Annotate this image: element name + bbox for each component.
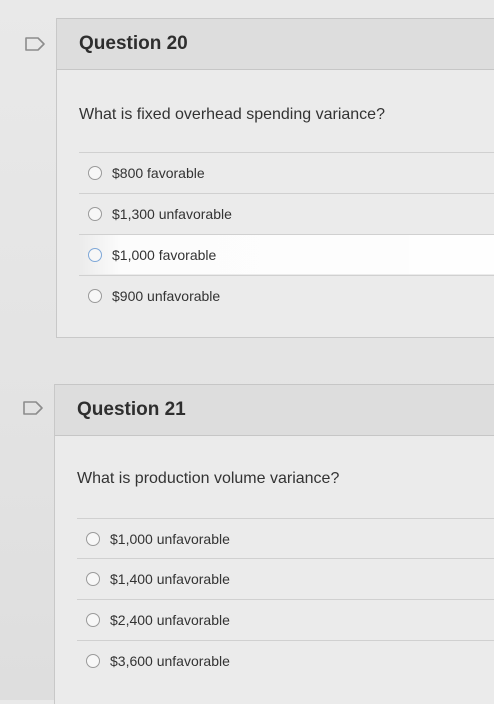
answer-option[interactable]: $3,600 unfavorable (77, 640, 494, 680)
answer-option-label: $1,300 unfavorable (112, 205, 232, 222)
radio-unselected-icon[interactable] (86, 571, 100, 586)
radio-unselected-icon[interactable] (86, 612, 100, 627)
answer-option-label: $3,600 unfavorable (110, 652, 230, 669)
radio-unselected-icon[interactable] (88, 206, 102, 221)
radio-unselected-icon[interactable] (88, 247, 102, 262)
question-header: Question 20 (57, 18, 494, 70)
answer-option-label: $900 unfavorable (112, 287, 221, 304)
question-text: What is fixed overhead spending variance… (79, 106, 385, 123)
answer-option-label: $1,000 favorable (112, 246, 217, 263)
radio-unselected-icon[interactable] (88, 165, 102, 180)
flag-icon[interactable] (22, 400, 44, 416)
question-header: Question 21 (55, 384, 494, 436)
answer-option-label: $1,400 unfavorable (110, 570, 230, 587)
answer-option[interactable]: $800 favorable (79, 152, 494, 192)
answer-option[interactable]: $1,000 favorable (79, 234, 494, 274)
question-title: Question 21 (77, 399, 186, 420)
question-body: What is production volume variance? $1,0… (55, 436, 494, 704)
answer-option-label: $1,000 unfavorable (110, 530, 230, 547)
radio-unselected-icon[interactable] (86, 531, 100, 546)
question-21: Question 21 What is production volume va… (54, 384, 494, 704)
answer-option[interactable]: $1,300 unfavorable (79, 193, 494, 233)
answer-option[interactable]: $1,000 unfavorable (77, 518, 494, 558)
question-20: Question 20 What is fixed overhead spend… (56, 18, 494, 338)
radio-unselected-icon[interactable] (86, 653, 100, 668)
answer-option-label: $800 favorable (112, 164, 205, 181)
radio-unselected-icon[interactable] (88, 288, 102, 303)
answer-option[interactable]: $900 unfavorable (79, 275, 494, 315)
question-body: What is fixed overhead spending variance… (57, 70, 494, 338)
answer-option-label: $2,400 unfavorable (110, 611, 230, 628)
question-text: What is production volume variance? (77, 470, 340, 487)
answer-option[interactable]: $2,400 unfavorable (77, 599, 494, 639)
answer-option[interactable]: $1,400 unfavorable (77, 558, 494, 598)
flag-icon[interactable] (24, 36, 46, 52)
question-title: Question 20 (79, 33, 188, 54)
